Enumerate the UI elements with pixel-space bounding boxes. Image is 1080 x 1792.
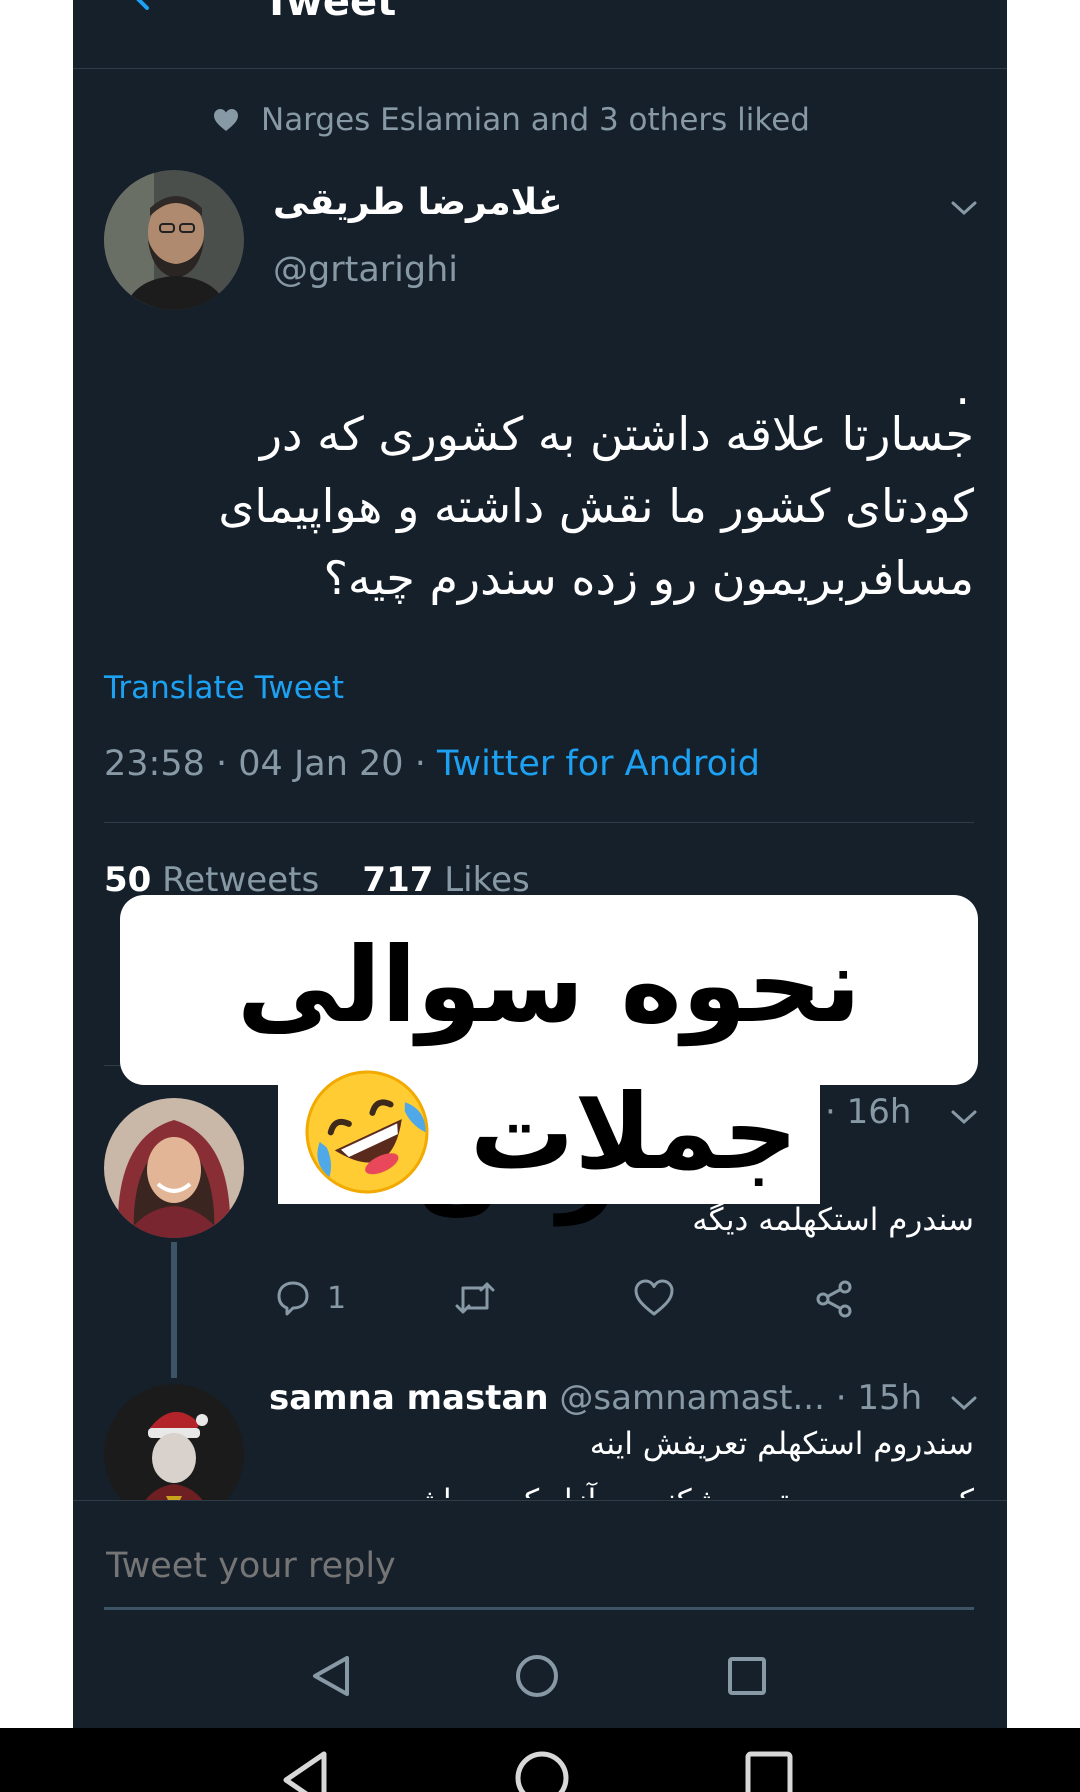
social-context-text: Narges Eslamian and 3 others liked [261, 102, 810, 138]
page-title: Tweet [263, 0, 397, 25]
meme-caption-box-2: جملات [278, 1060, 820, 1204]
reply-input[interactable] [104, 1545, 968, 1587]
reply-time: · 16h [825, 1092, 912, 1132]
like-action[interactable] [633, 1278, 675, 1318]
social-context[interactable]: Narges Eslamian and 3 others liked [213, 98, 810, 142]
thread-line [171, 1242, 177, 1378]
home-circle-icon[interactable] [514, 1748, 570, 1792]
home-circle-icon[interactable] [515, 1654, 559, 1698]
retweets-count[interactable]: 50 [104, 860, 151, 900]
translate-tweet-link[interactable]: Translate Tweet [104, 670, 344, 706]
top-bar: Tweet [73, 0, 1007, 69]
reply-time: · 15h [835, 1378, 923, 1418]
laughing-emoji-icon [305, 1070, 429, 1194]
tweet-source-link[interactable]: Twitter for Android [437, 744, 760, 784]
retweets-label[interactable]: Retweets [162, 860, 319, 900]
retweet-action[interactable] [453, 1278, 497, 1318]
reply-text-cut: کسی به مدت تحت شکنجه و آزار کسی باشه و ب… [373, 1476, 974, 1498]
reply-composer [73, 1500, 1007, 1611]
tweet-text-line: جسارتا علاقه داشتن به کشوری که در [259, 407, 974, 461]
back-arrow-icon[interactable] [121, 0, 161, 12]
reply-author-name[interactable]: samna mastan [269, 1378, 549, 1418]
tweet-text-line: مسافربریمون رو زده سندرم چیه؟ [323, 551, 974, 605]
heart-icon [214, 109, 238, 131]
chevron-down-icon[interactable] [949, 198, 979, 218]
back-triangle-icon[interactable] [280, 1750, 330, 1792]
meme-caption-line1: نحوه سوالی کردن [236, 924, 862, 1226]
heart-outline-icon [634, 1279, 674, 1316]
reply-header: samna mastan @samnamast... · 15h [269, 1378, 922, 1418]
share-icon [816, 1280, 852, 1318]
reply-text: سندروم استکهلم تعریفش اینه [589, 1426, 974, 1462]
tweet-text-dot: . [955, 361, 970, 415]
recents-square-icon[interactable] [744, 1750, 794, 1792]
author-name[interactable]: غلامرضا طریقی [273, 182, 563, 223]
reply-icon [277, 1281, 309, 1316]
tweet-text-line: کودتای کشور ما نقش داشته و هواپیمای [218, 479, 974, 533]
reply-action[interactable]: 1 [273, 1278, 346, 1318]
android-nav-bar [73, 1610, 1007, 1728]
reply-count: 1 [327, 1280, 347, 1316]
system-nav-bar [0, 1728, 1080, 1792]
author-avatar[interactable] [104, 170, 244, 310]
retweet-icon [455, 1282, 495, 1314]
likes-count[interactable]: 717 [362, 860, 433, 900]
share-action[interactable] [813, 1278, 855, 1320]
tweet-text: . جسارتا علاقه داشتن به کشوری که در کودت… [104, 361, 974, 614]
author-handle[interactable]: @grtarighi [273, 250, 458, 290]
back-triangle-icon[interactable] [309, 1652, 353, 1700]
recents-square-icon[interactable] [727, 1656, 767, 1696]
chevron-down-icon[interactable] [949, 1393, 979, 1413]
tweet-date: 04 Jan 20 [238, 744, 404, 784]
tweet-time: 23:58 [104, 744, 205, 784]
meme-caption-line2: جملات [469, 1071, 799, 1193]
tweet-meta: 23:58 · 04 Jan 20 · Twitter for Android [104, 744, 760, 784]
divider [104, 822, 974, 823]
chevron-down-icon[interactable] [949, 1107, 979, 1127]
meme-caption-box: نحوه سوالی کردن [120, 895, 978, 1226]
tweet-stats: 50 Retweets 717 Likes [104, 860, 530, 900]
likes-label[interactable]: Likes [444, 860, 530, 900]
reply-author-handle[interactable]: @samnamast... [559, 1378, 824, 1418]
reply-actions: 1 [273, 1278, 993, 1322]
twitter-app: Tweet Narges Eslamian and 3 others liked… [73, 0, 1007, 1728]
reply-avatar[interactable] [104, 1098, 244, 1238]
